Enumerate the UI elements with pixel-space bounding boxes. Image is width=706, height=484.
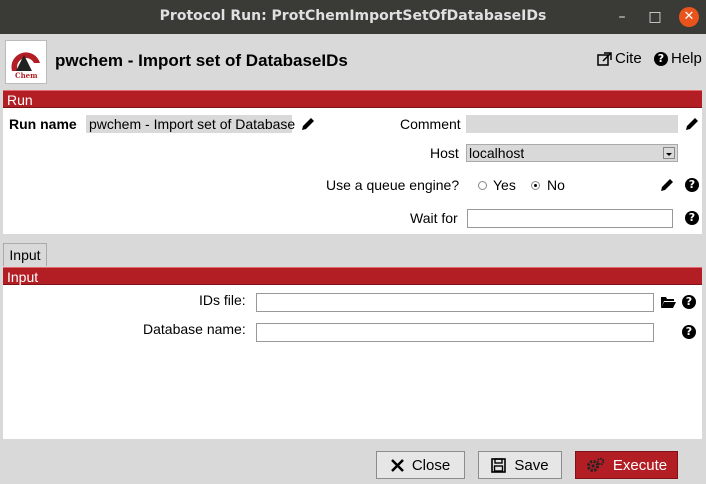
help-link[interactable]: ? Help bbox=[654, 50, 702, 67]
window-title: Protocol Run: ProtChemImportSetOfDatabas… bbox=[159, 8, 547, 24]
wait-for-help-icon[interactable]: ? bbox=[685, 211, 699, 225]
chevron-down-icon bbox=[663, 147, 675, 159]
cite-label: Cite bbox=[615, 50, 642, 67]
save-icon bbox=[491, 457, 507, 473]
wait-for-input[interactable] bbox=[467, 209, 673, 228]
run-name-label: Run name bbox=[9, 116, 77, 132]
run-name-input[interactable]: pwchem - Import set of Database bbox=[86, 115, 295, 133]
queue-help-icon[interactable]: ? bbox=[685, 178, 699, 192]
queue-yes-label: Yes bbox=[493, 177, 516, 193]
edit-comment-pencil-icon[interactable] bbox=[684, 116, 700, 132]
save-button[interactable]: Save bbox=[478, 451, 562, 479]
help-label: Help bbox=[671, 50, 702, 67]
comment-label: Comment bbox=[400, 116, 461, 132]
external-link-icon bbox=[597, 51, 612, 66]
help-icon: ? bbox=[654, 51, 668, 66]
queue-engine-label: Use a queue engine? bbox=[326, 177, 460, 193]
host-label: Host bbox=[430, 145, 459, 161]
database-name-help-icon[interactable]: ? bbox=[682, 325, 696, 339]
execute-button[interactable]: Execute bbox=[575, 451, 678, 479]
close-icon bbox=[390, 458, 404, 472]
chem-logo: Chem bbox=[5, 40, 47, 84]
queue-no-label: No bbox=[547, 177, 565, 193]
input-section-header: Input bbox=[3, 267, 702, 285]
run-section-header: Run bbox=[3, 90, 702, 108]
window-titlebar: Protocol Run: ProtChemImportSetOfDatabas… bbox=[0, 0, 706, 34]
minimize-button[interactable]: – bbox=[612, 7, 632, 27]
protocol-title: pwchem - Import set of DatabaseIDs bbox=[55, 51, 348, 70]
database-name-label: Database name: bbox=[143, 321, 246, 337]
wait-for-label: Wait for bbox=[410, 210, 458, 226]
edit-run-name-pencil-icon[interactable] bbox=[300, 116, 316, 132]
gears-icon bbox=[586, 457, 605, 472]
execute-label: Execute bbox=[612, 456, 668, 474]
ids-file-help-icon[interactable]: ? bbox=[682, 295, 696, 309]
edit-queue-pencil-icon[interactable] bbox=[659, 177, 675, 193]
logo-text: Chem bbox=[15, 71, 38, 80]
save-label: Save bbox=[514, 456, 549, 474]
close-button[interactable]: Close bbox=[376, 451, 465, 479]
ids-file-input[interactable] bbox=[256, 293, 654, 312]
close-window-button[interactable]: ✕ bbox=[679, 7, 699, 27]
comment-input[interactable] bbox=[466, 115, 678, 133]
queue-yes-radio[interactable] bbox=[478, 181, 487, 190]
queue-no-radio[interactable] bbox=[531, 181, 540, 190]
maximize-button[interactable]: □ bbox=[645, 7, 665, 27]
tab-input[interactable]: Input bbox=[3, 243, 47, 266]
ids-file-label: IDs file: bbox=[199, 292, 246, 308]
host-select[interactable]: localhost bbox=[466, 144, 678, 162]
folder-open-icon[interactable] bbox=[660, 295, 677, 309]
cite-link[interactable]: Cite bbox=[597, 50, 642, 67]
close-label: Close bbox=[411, 456, 451, 474]
database-name-input[interactable] bbox=[256, 323, 654, 342]
